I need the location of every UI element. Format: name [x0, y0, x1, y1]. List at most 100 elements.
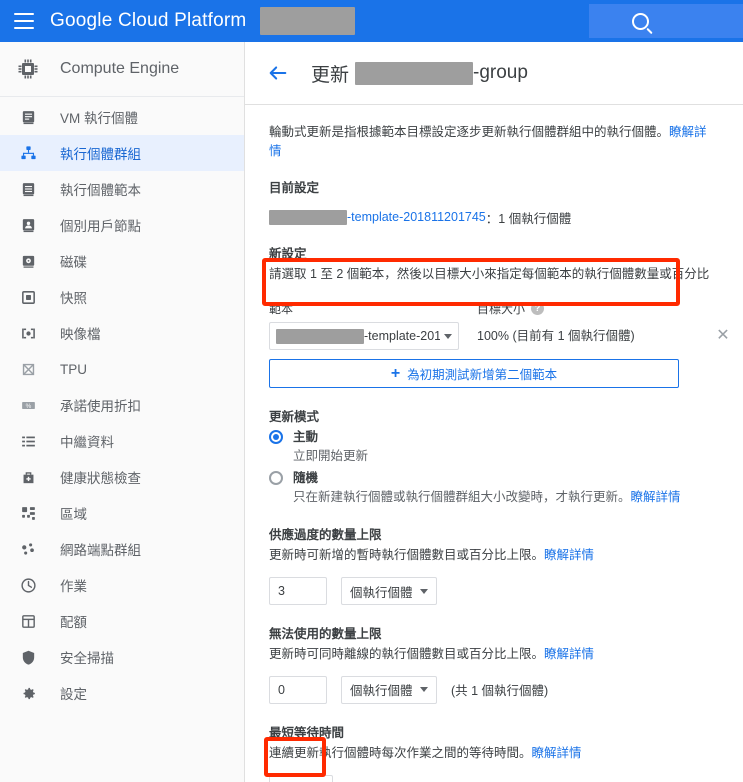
sidebar-item-tpu[interactable]: TPU: [0, 351, 244, 387]
max-unavailable-unit-select[interactable]: 個執行個體: [341, 675, 437, 704]
page-title-suffix: -group: [473, 62, 528, 83]
min-wait-learn-more-link[interactable]: 瞭解詳情: [532, 746, 582, 760]
health-check-icon: [18, 467, 38, 487]
page-title-prefix: 更新: [311, 64, 350, 86]
update-mode-heading: 更新模式: [269, 410, 320, 425]
sidebar-item-quotas[interactable]: 配額: [0, 603, 244, 639]
sidebar-item-network-endpoint-groups[interactable]: 網路端點群組: [0, 531, 244, 567]
max-surge-unit-select[interactable]: 個執行個體: [341, 577, 437, 605]
min-wait-controls: s: [269, 774, 333, 782]
sidebar-item-label: 磁碟: [60, 255, 87, 270]
hamburger-icon[interactable]: [14, 13, 34, 29]
max-surge-unit-value: 個執行個體: [350, 585, 413, 600]
intro-text: 輪動式更新是指根據範本目標設定逐步更新執行個體群組中的執行個體。瞭解詳情: [269, 123, 719, 161]
max-surge-heading: 供應過度的數量上限: [269, 528, 382, 543]
sidebar-item-label: 安全掃描: [60, 651, 114, 666]
sidebar-item-operations[interactable]: 作業: [0, 567, 244, 603]
current-settings-heading: 目前設定: [269, 180, 320, 195]
template-field: 範本 -template-201…: [269, 300, 459, 351]
sidebar-item-snapshots[interactable]: 快照: [0, 279, 244, 315]
new-settings-heading: 新設定: [269, 246, 307, 261]
sidebar-item-label: 快照: [60, 291, 87, 306]
sidebar-item-label: 執行個體群組: [60, 147, 141, 162]
sidebar-item-label: VM 執行個體: [60, 111, 139, 126]
sidebar-item-sole-tenant-nodes[interactable]: 個別用戶節點: [0, 207, 244, 243]
opportunistic-learn-more-link[interactable]: 瞭解詳情: [631, 490, 681, 504]
svg-text:%: %: [25, 402, 31, 409]
sidebar-item-label: 執行個體範本: [60, 183, 141, 198]
radio-proactive[interactable]: [269, 430, 283, 445]
max-surge-learn-more-link[interactable]: 瞭解詳情: [544, 548, 594, 562]
max-surge-desc: 更新時可新增的暫時執行個體數目或百分比上限。瞭解詳情: [269, 546, 719, 565]
sidebar-nav-list: VM 執行個體 執行個體群組 執行個體範本 個別用戶節點 磁碟 快照 映像檔 T…: [0, 97, 244, 711]
radio-opportunistic[interactable]: [269, 470, 283, 485]
sidebar-item-instance-templates[interactable]: 執行個體範本: [0, 171, 244, 207]
add-second-template-button[interactable]: + 為初期測試新增第二個範本: [269, 359, 679, 389]
current-template-name: -template-201811201745: [347, 210, 486, 224]
max-unavailable-section: 無法使用的數量上限 更新時可同時離線的執行個體數目或百分比上限。瞭解詳情 個執行…: [269, 623, 719, 704]
sidebar-item-settings[interactable]: 設定: [0, 675, 244, 711]
sidebar-item-security-scans[interactable]: 安全掃描: [0, 639, 244, 675]
operations-clock-icon: [18, 575, 38, 595]
main-content: 更新 -group 輪動式更新是指根據範本目標設定逐步更新執行個體群組中的執行個…: [245, 42, 743, 782]
sidebar-item-label: 映像檔: [60, 327, 101, 342]
form-body: 輪動式更新是指根據範本目標設定逐步更新執行個體群組中的執行個體。瞭解詳情 目前設…: [245, 105, 743, 782]
chevron-down-icon: [420, 588, 428, 594]
snapshot-icon: [18, 287, 38, 307]
sidebar: Compute Engine VM 執行個體 執行個體群組 執行個體範本 個別用…: [0, 42, 245, 782]
sidebar-item-label: 區域: [60, 507, 87, 522]
current-template-redaction: [269, 209, 347, 225]
sidebar-item-label: 健康狀態檢查: [60, 471, 141, 486]
sidebar-item-label: 個別用戶節點: [60, 219, 141, 234]
max-unavailable-total-note: (共 1 個執行個體): [451, 684, 549, 699]
current-template-count: ：1 個執行個體: [485, 211, 572, 226]
target-size-label-text: 目標大小: [477, 302, 526, 317]
current-template-row: -template-201811201745 ：1 個執行個體: [269, 208, 719, 227]
min-wait-heading: 最短等待時間: [269, 725, 345, 740]
sidebar-item-images[interactable]: 映像檔: [0, 315, 244, 351]
target-size-label: 目標大小 ?: [477, 300, 635, 317]
target-size-value: 100% (目前有 1 個執行個體): [477, 329, 635, 344]
disk-icon: [18, 251, 38, 271]
max-unavailable-input[interactable]: [269, 675, 327, 704]
template-target-size-row: 範本 -template-201… 目標大小 ? 100% (目前有 1 個執行…: [269, 300, 730, 351]
instance-template-icon: [18, 179, 38, 199]
max-surge-input[interactable]: [269, 577, 327, 605]
template-name-redaction: [276, 328, 364, 344]
close-icon[interactable]: ✕: [715, 328, 731, 344]
search-input[interactable]: [589, 4, 743, 38]
radio-opportunistic-desc: 只在新建執行個體或執行個體群組大小改變時，才執行更新。瞭解詳情: [293, 489, 681, 507]
min-wait-section: 最短等待時間 連續更新執行個體時每次作業之間的等待時間。瞭解詳情 s: [269, 722, 719, 782]
sidebar-item-label: 設定: [60, 687, 87, 702]
update-mode-option-proactive[interactable]: 主動 立即開始更新: [269, 429, 719, 466]
quota-icon: [18, 611, 38, 631]
sidebar-item-label: TPU: [60, 361, 87, 377]
chevron-down-icon: [444, 333, 452, 339]
search-icon: [632, 12, 649, 30]
sole-tenant-node-icon: [18, 215, 38, 235]
metadata-list-icon: [18, 431, 38, 451]
sidebar-item-health-checks[interactable]: 健康狀態檢查: [0, 459, 244, 495]
image-icon: [18, 323, 38, 343]
page-title-redaction: [355, 61, 474, 85]
add-second-template-label: 為初期測試新增第二個範本: [407, 368, 558, 383]
sidebar-item-zones[interactable]: 區域: [0, 495, 244, 531]
sidebar-item-disks[interactable]: 磁碟: [0, 243, 244, 279]
max-unavailable-desc: 更新時可同時離線的執行個體數目或百分比上限。瞭解詳情: [269, 645, 719, 664]
min-wait-desc: 連續更新執行個體時每次作業之間的等待時間。瞭解詳情: [269, 744, 719, 763]
back-arrow-icon[interactable]: [267, 62, 289, 84]
max-unavailable-learn-more-link[interactable]: 瞭解詳情: [544, 647, 594, 661]
update-mode-option-opportunistic[interactable]: 隨機 只在新建執行個體或執行個體群組大小改變時，才執行更新。瞭解詳情: [269, 470, 719, 507]
sidebar-item-vm-instances[interactable]: VM 執行個體: [0, 99, 244, 135]
sidebar-item-metadata[interactable]: 中繼資料: [0, 423, 244, 459]
sidebar-item-label: 承諾使用折扣: [60, 399, 141, 414]
sidebar-item-committed-use-discounts[interactable]: % 承諾使用折扣: [0, 387, 244, 423]
vm-instance-icon: [18, 107, 38, 127]
sidebar-item-instance-groups[interactable]: 執行個體群組: [0, 135, 244, 171]
template-select[interactable]: -template-201…: [269, 322, 459, 351]
intro-sentence: 輪動式更新是指根據範本目標設定逐步更新執行個體群組中的執行個體。: [269, 125, 670, 139]
max-unavailable-heading: 無法使用的數量上限: [269, 627, 382, 641]
page-title: 更新 -group: [311, 60, 528, 87]
page-header: 更新 -group: [245, 42, 743, 105]
help-icon[interactable]: ?: [531, 302, 545, 316]
